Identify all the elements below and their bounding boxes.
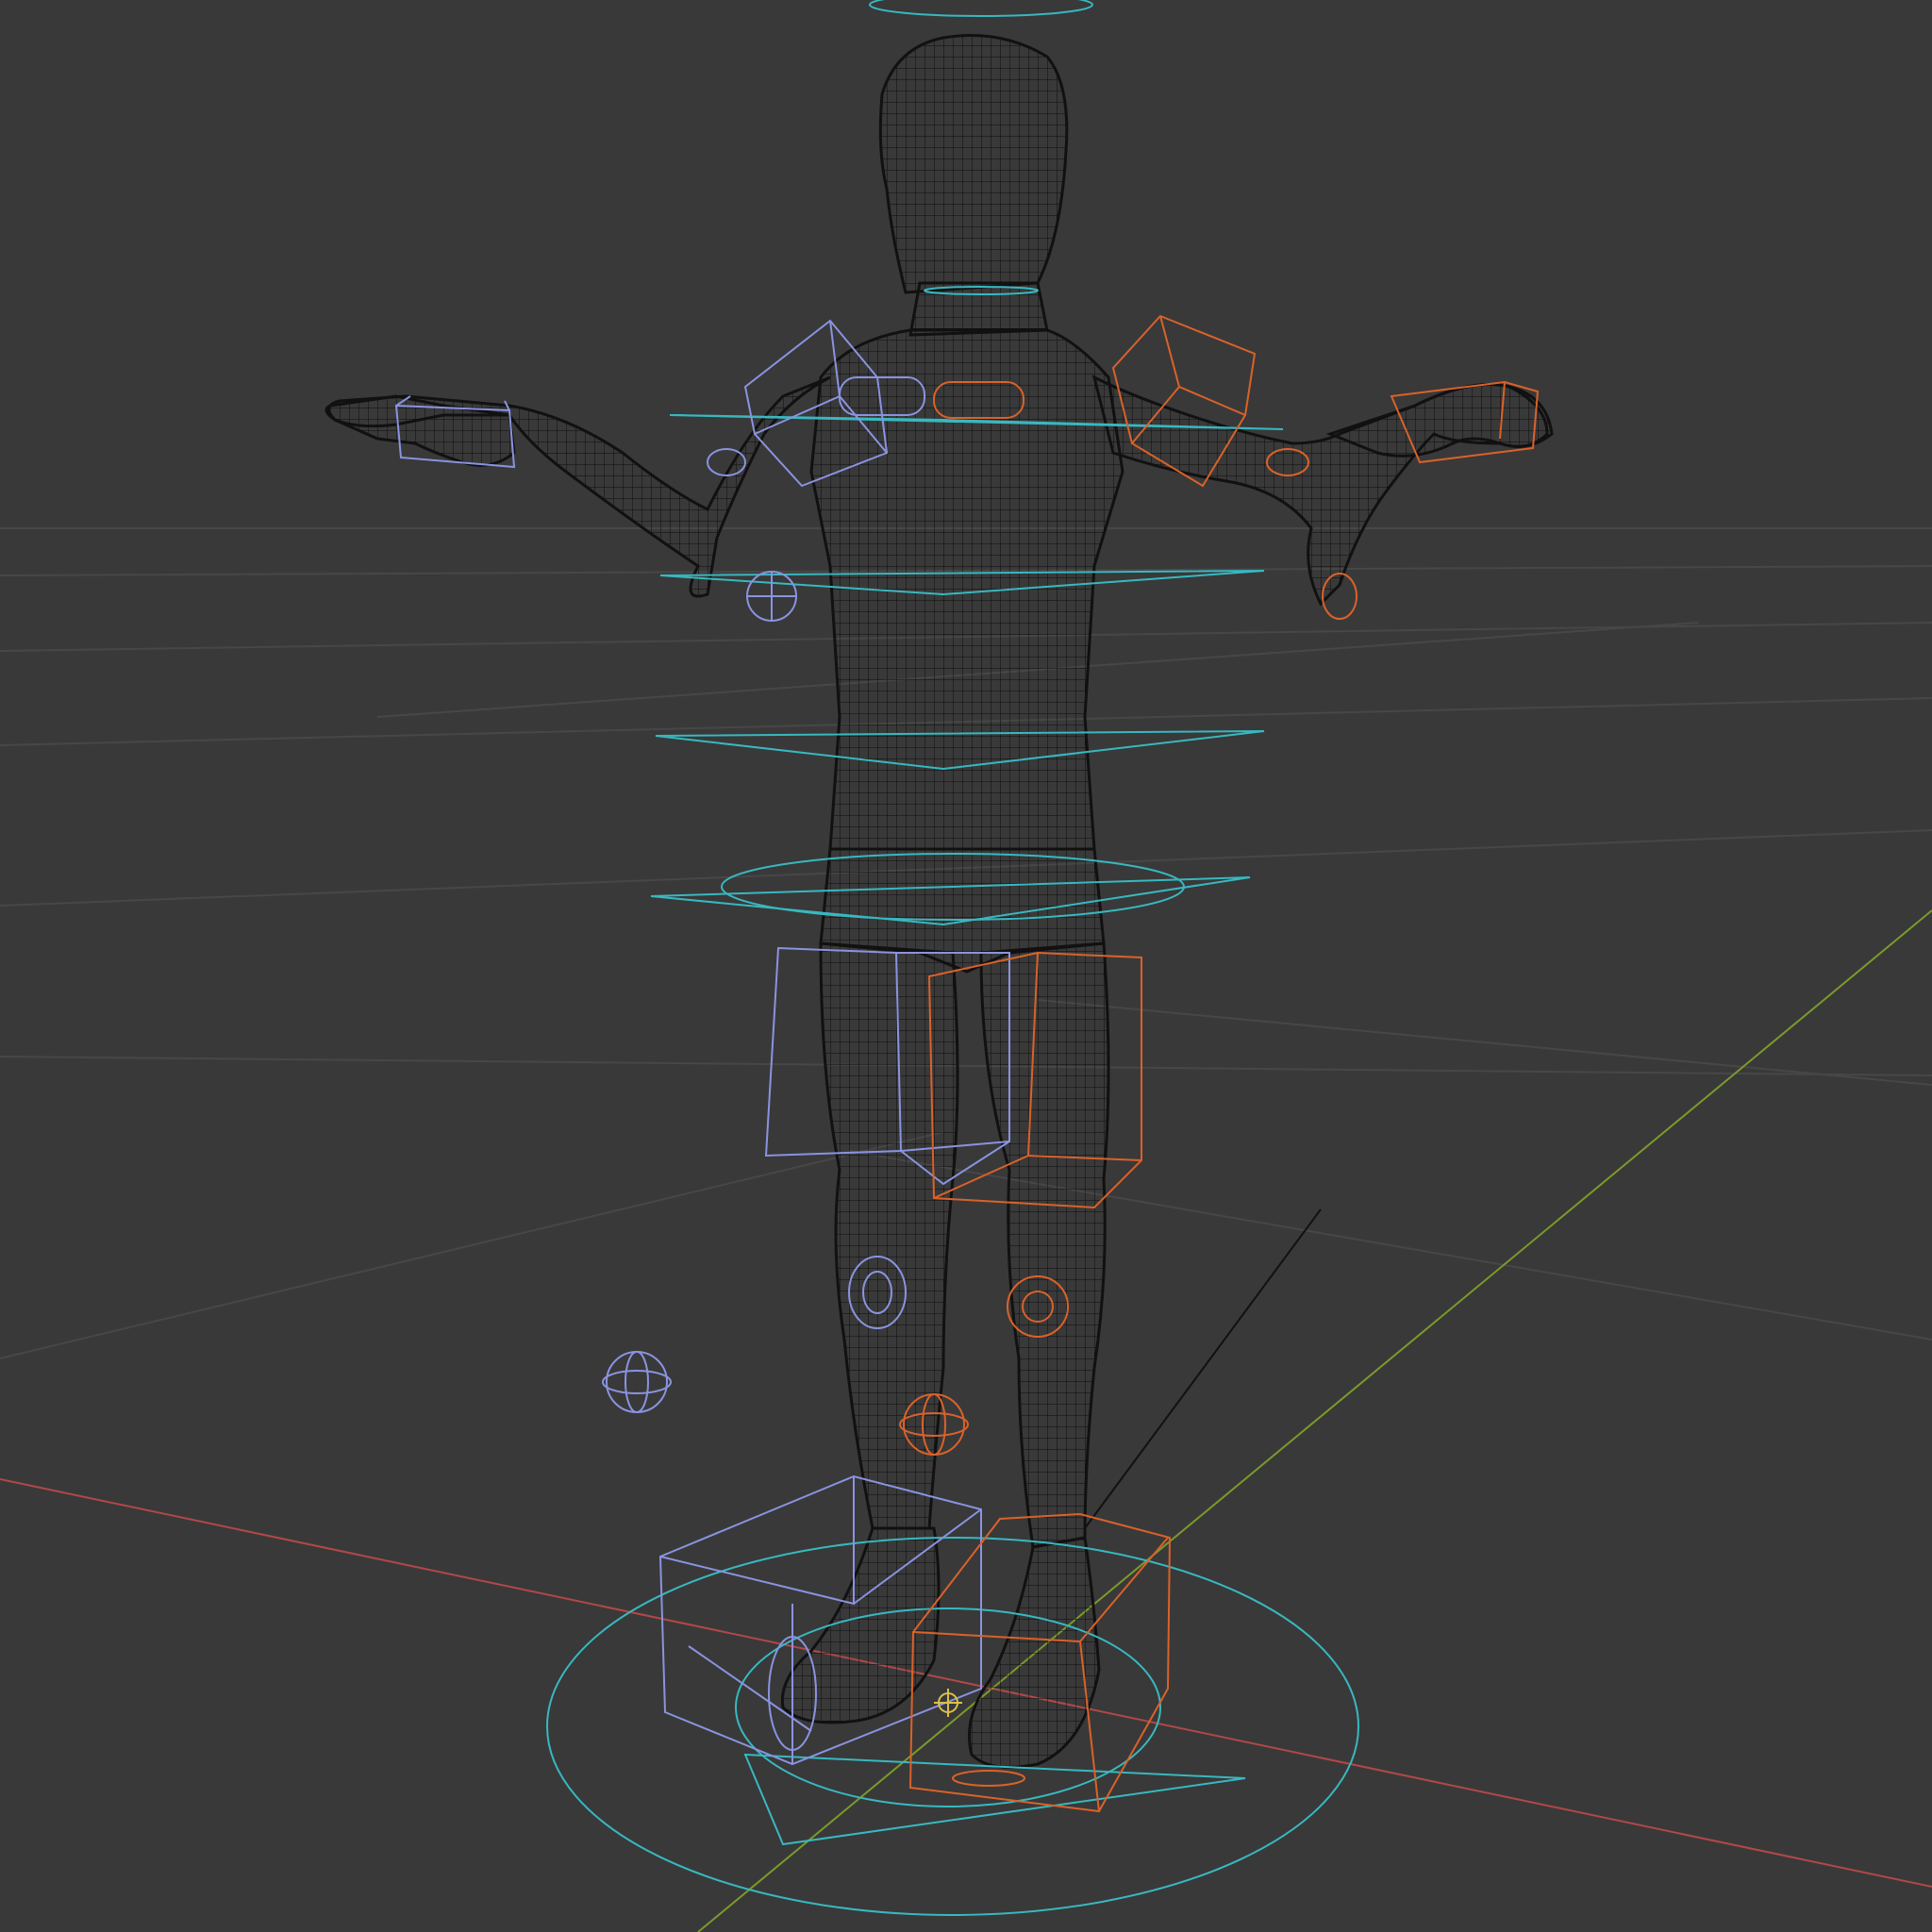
viewport-canvas[interactable] xyxy=(0,0,1932,1932)
mesh-head[interactable] xyxy=(878,34,1069,294)
mesh-neck[interactable] xyxy=(908,281,1049,337)
3d-viewport[interactable] xyxy=(0,0,1932,1932)
mesh-torso[interactable] xyxy=(809,328,1124,851)
